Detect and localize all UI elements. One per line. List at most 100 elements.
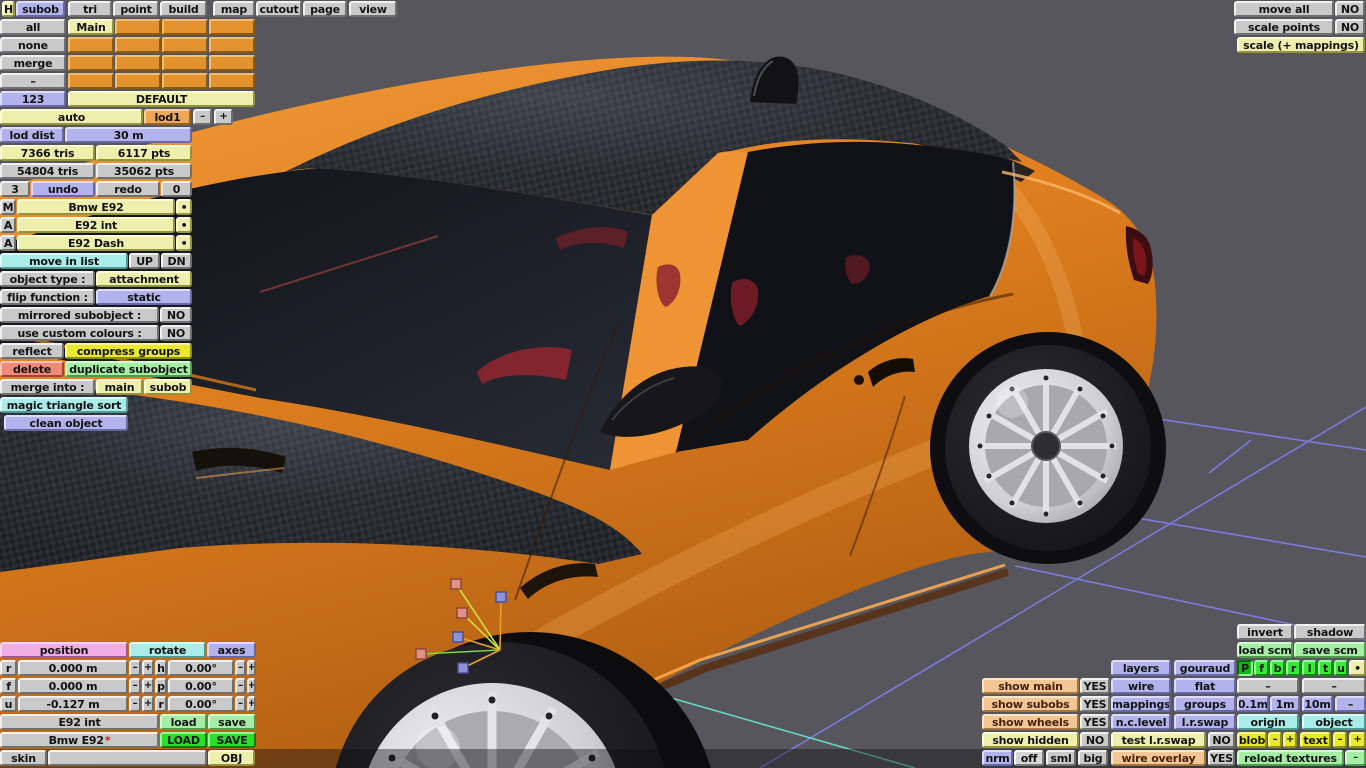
select-none-button[interactable]: none	[0, 37, 66, 53]
rot-r-value[interactable]: 0.00°	[168, 696, 234, 712]
show-main-toggle[interactable]: YES	[1080, 678, 1110, 694]
scale-mappings-button[interactable]: scale (+ mappings)	[1237, 37, 1365, 53]
save-scm-button[interactable]: save scm	[1294, 642, 1366, 658]
view-back-button[interactable]: b	[1270, 660, 1285, 676]
pos-u-value[interactable]: -0.127 m	[18, 696, 128, 712]
lod-current-button[interactable]: lod1	[144, 109, 191, 125]
test-lrswap-button[interactable]: test l.r.swap	[1111, 732, 1206, 748]
object-item-e92-int[interactable]: E92 int	[17, 217, 175, 233]
pos-r-minus[interactable]: –	[129, 660, 141, 676]
rot-h-plus[interactable]: +	[247, 660, 256, 676]
rot-h-value[interactable]: 0.00°	[168, 660, 234, 676]
view-perspective-button[interactable]: P	[1237, 660, 1253, 676]
text-button[interactable]: text	[1300, 732, 1331, 748]
groups-button[interactable]: groups	[1174, 696, 1236, 712]
rear-wheel[interactable]	[930, 332, 1166, 564]
pos-f-minus[interactable]: –	[129, 678, 141, 694]
menu-tab-point[interactable]: point	[113, 1, 159, 17]
menu-tab-build[interactable]: build	[160, 1, 207, 17]
object-dot-button[interactable]: •	[176, 217, 192, 233]
material-cell[interactable]	[209, 55, 255, 71]
material-cell[interactable]	[68, 37, 114, 53]
redo-button[interactable]: redo	[96, 181, 160, 197]
view-dot-button[interactable]: •	[1349, 660, 1366, 676]
grid-1m-button[interactable]: 1m	[1270, 696, 1300, 712]
rot-p-plus[interactable]: +	[247, 678, 256, 694]
rot-r-minus[interactable]: –	[235, 696, 246, 712]
select-all-button[interactable]: all	[0, 19, 66, 35]
undo-button[interactable]: undo	[31, 181, 95, 197]
dash-button[interactable]: –	[0, 73, 66, 89]
material-cell[interactable]	[68, 73, 114, 89]
lod-minus-button[interactable]: –	[193, 109, 212, 125]
shadow-button[interactable]: shadow	[1294, 624, 1366, 640]
merge-button[interactable]: merge	[0, 55, 66, 71]
normals-off-button[interactable]: off	[1014, 750, 1044, 766]
material-cell[interactable]	[209, 73, 255, 89]
move-all-toggle[interactable]: NO	[1335, 1, 1365, 17]
pos-f-value[interactable]: 0.000 m	[18, 678, 128, 694]
scale-points-toggle[interactable]: NO	[1335, 19, 1365, 35]
menu-tab-page[interactable]: page	[303, 1, 347, 17]
lrswap-button[interactable]: l.r.swap	[1174, 714, 1236, 730]
wire-overlay-toggle[interactable]: YES	[1208, 750, 1235, 766]
dash-button[interactable]: –	[1237, 678, 1299, 694]
clean-object-button[interactable]: clean object	[4, 415, 128, 431]
menu-tab-tri[interactable]: tri	[68, 1, 112, 17]
pos-u-minus[interactable]: –	[129, 696, 141, 712]
dash-button[interactable]: –	[1302, 678, 1366, 694]
material-cell[interactable]	[115, 55, 161, 71]
normals-small-button[interactable]: sml	[1046, 750, 1076, 766]
view-front-button[interactable]: f	[1254, 660, 1269, 676]
show-hidden-toggle[interactable]: NO	[1080, 732, 1110, 748]
object-type-value[interactable]: attachment	[96, 271, 192, 287]
grid-10m-button[interactable]: 10m	[1302, 696, 1333, 712]
save-subobject-button[interactable]: save	[208, 714, 256, 730]
obj-export-button[interactable]: OBJ	[208, 750, 255, 766]
duplicate-subobject-button[interactable]: duplicate subobject	[65, 361, 192, 377]
position-header[interactable]: position	[0, 642, 128, 658]
subobject-name-field[interactable]: E92 int	[0, 714, 159, 730]
skin-button[interactable]: skin	[0, 750, 47, 766]
object-item-bmw-e92[interactable]: Bmw E92	[17, 199, 175, 215]
layers-button[interactable]: layers	[1111, 660, 1171, 676]
numbers-button[interactable]: 123	[0, 91, 66, 107]
nclevel-button[interactable]: n.c.level	[1111, 714, 1171, 730]
normals-big-button[interactable]: big	[1078, 750, 1108, 766]
reflect-button[interactable]: reflect	[0, 343, 64, 359]
mappings-button[interactable]: mappings	[1111, 696, 1171, 712]
material-cell[interactable]	[162, 19, 208, 35]
view-under-button[interactable]: u	[1334, 660, 1348, 676]
rot-p-value[interactable]: 0.00°	[168, 678, 234, 694]
move-up-button[interactable]: UP	[129, 253, 160, 269]
wire-button[interactable]: wire	[1111, 678, 1171, 694]
material-cell[interactable]	[209, 19, 255, 35]
pos-r-plus[interactable]: +	[142, 660, 154, 676]
view-right-button[interactable]: r	[1286, 660, 1301, 676]
axes-header[interactable]: axes	[207, 642, 256, 658]
material-cell[interactable]	[162, 37, 208, 53]
material-cell-main[interactable]: Main	[68, 19, 114, 35]
reload-textures-button[interactable]: reload textures	[1237, 750, 1344, 766]
reload-textures-minus-button[interactable]: –	[1345, 750, 1366, 766]
text-minus-button[interactable]: –	[1333, 732, 1347, 748]
rot-p-minus[interactable]: –	[235, 678, 246, 694]
load-scm-button[interactable]: load scm	[1237, 642, 1293, 658]
pos-u-plus[interactable]: +	[142, 696, 154, 712]
material-cell[interactable]	[115, 19, 161, 35]
model-name-field[interactable]: Bmw E92 *	[0, 732, 159, 748]
lod-auto-button[interactable]: auto	[0, 109, 143, 125]
material-cell[interactable]	[162, 73, 208, 89]
move-down-button[interactable]: DN	[161, 253, 192, 269]
object-button[interactable]: object	[1302, 714, 1366, 730]
gouraud-button[interactable]: gouraud	[1174, 660, 1236, 676]
material-cell[interactable]	[115, 73, 161, 89]
view-left-button[interactable]: l	[1302, 660, 1317, 676]
rot-h-minus[interactable]: –	[235, 660, 246, 676]
blob-plus-button[interactable]: +	[1283, 732, 1297, 748]
menu-tab-map[interactable]: map	[213, 1, 255, 17]
origin-button[interactable]: origin	[1237, 714, 1299, 730]
mirrored-subobject-toggle[interactable]: NO	[160, 307, 192, 323]
magic-triangle-sort-button[interactable]: magic triangle sort	[0, 397, 128, 413]
pos-f-plus[interactable]: +	[142, 678, 154, 694]
